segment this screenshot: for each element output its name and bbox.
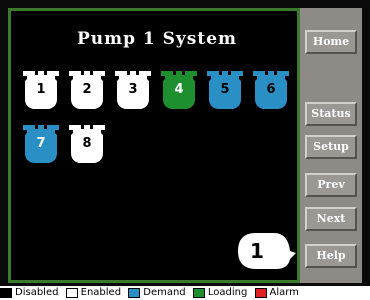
pump-3[interactable]: 3 — [113, 69, 153, 111]
navigation-panel: Home Status Setup Prev Next Help — [300, 8, 362, 283]
legend-label: Demand — [143, 287, 186, 298]
screen-title: Pump 1 System — [76, 29, 238, 49]
status-button[interactable]: Status — [305, 102, 357, 126]
legend-item-disabled: Disabled — [0, 286, 58, 300]
active-pump-indicator: 1 — [236, 231, 298, 271]
pump-label: 6 — [266, 82, 276, 97]
next-button[interactable]: Next — [305, 207, 357, 231]
indicator-value: 1 — [250, 239, 264, 263]
pump-5[interactable]: 5 — [205, 69, 245, 111]
legend-swatch — [65, 288, 78, 298]
legend-item-demand: Demand — [128, 286, 186, 300]
home-button[interactable]: Home — [305, 30, 357, 54]
pump-label: 1 — [36, 82, 46, 97]
legend-label: Disabled — [15, 287, 59, 298]
legend-label: Enabled — [80, 287, 122, 298]
legend-item-loading: Loading — [192, 286, 248, 300]
pump-label: 4 — [174, 82, 184, 97]
hmi-frame: Pump 1 System 1 2 3 4 5 6 7 8 1 Home Sta… — [0, 0, 370, 300]
pump-system-screen: Pump 1 System 1 2 3 4 5 6 7 8 1 — [8, 8, 300, 283]
legend-swatch — [192, 288, 205, 298]
setup-button[interactable]: Setup — [305, 135, 357, 159]
legend-swatch — [254, 288, 267, 298]
pump-8[interactable]: 8 — [67, 123, 107, 165]
pump-label: 5 — [220, 82, 230, 97]
pump-label: 2 — [82, 82, 92, 97]
pump-2[interactable]: 2 — [67, 69, 107, 111]
legend-swatch — [0, 288, 12, 298]
pump-1[interactable]: 1 — [21, 69, 61, 111]
legend-item-enabled: Enabled — [65, 286, 122, 300]
pump-4[interactable]: 4 — [159, 69, 199, 111]
pump-6[interactable]: 6 — [251, 69, 291, 111]
help-button[interactable]: Help — [305, 244, 357, 268]
pump-7[interactable]: 7 — [21, 123, 61, 165]
legend-swatch — [128, 288, 141, 298]
speech-bubble-icon — [238, 233, 296, 269]
legend-item-alarm: Alarm — [254, 286, 299, 300]
legend-label: Loading — [207, 287, 248, 298]
prev-button[interactable]: Prev — [305, 173, 357, 197]
pump-label: 3 — [128, 82, 138, 97]
legend-label: Alarm — [269, 287, 299, 298]
pump-label: 8 — [82, 136, 92, 151]
status-legend: Disabled Enabled Demand Loading Alarm — [0, 286, 370, 300]
pump-label: 7 — [36, 136, 46, 151]
